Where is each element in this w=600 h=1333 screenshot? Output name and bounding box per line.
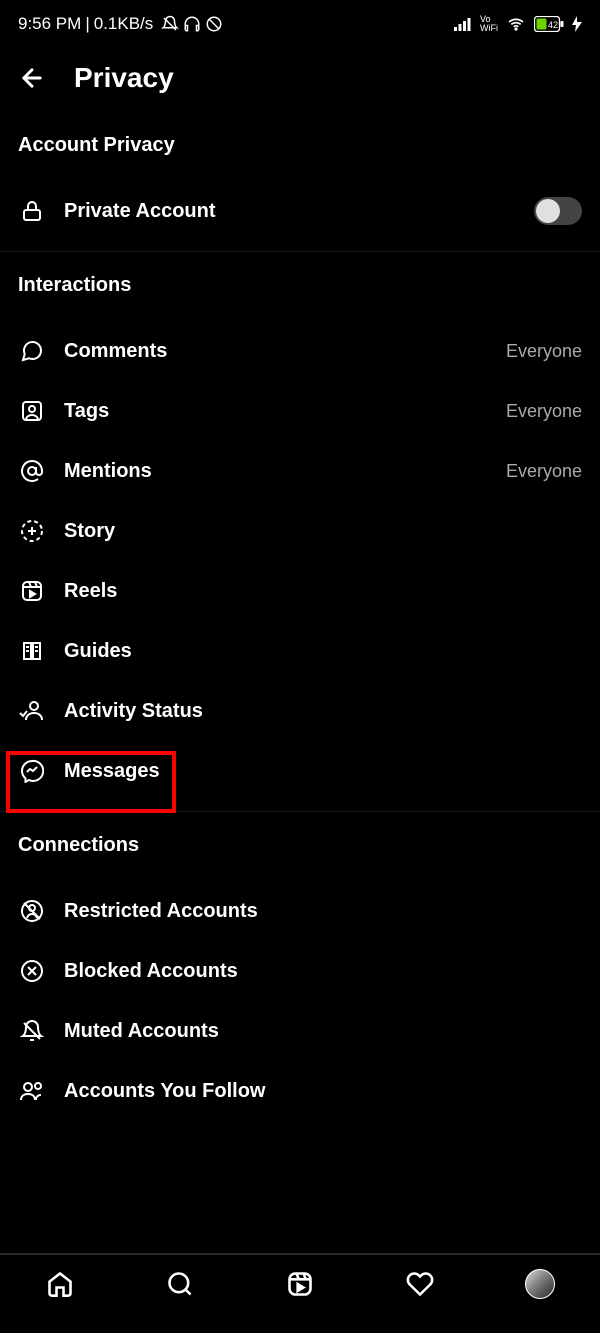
row-muted[interactable]: Muted Accounts	[18, 1001, 582, 1061]
headphones-icon	[183, 15, 201, 33]
vowifi-icon: VoWiFi	[480, 15, 498, 33]
row-private-account[interactable]: Private Account	[18, 181, 582, 241]
private-account-toggle[interactable]	[534, 197, 582, 225]
reels-label: Reels	[64, 580, 582, 603]
page-title: Privacy	[74, 62, 174, 94]
row-blocked[interactable]: Blocked Accounts	[18, 941, 582, 1001]
signal-icon	[454, 17, 472, 31]
comments-value: Everyone	[506, 341, 582, 362]
blocked-label: Blocked Accounts	[64, 960, 582, 983]
section-interactions: Interactions Comments Everyone Tags Ever…	[0, 256, 600, 807]
messenger-icon	[18, 757, 46, 785]
private-account-label: Private Account	[64, 200, 516, 223]
nav-heart-icon[interactable]	[405, 1269, 435, 1299]
row-comments[interactable]: Comments Everyone	[18, 321, 582, 381]
blocked-icon	[18, 957, 46, 985]
muted-icon	[18, 1017, 46, 1045]
following-label: Accounts You Follow	[64, 1080, 582, 1103]
restricted-label: Restricted Accounts	[64, 900, 582, 923]
people-icon	[18, 1077, 46, 1105]
section-connections: Connections Restricted Accounts Blocked …	[0, 816, 600, 1127]
back-arrow-icon[interactable]	[18, 64, 46, 92]
section-title-interactions: Interactions	[18, 274, 582, 297]
header: Privacy	[0, 48, 600, 116]
row-reels[interactable]: Reels	[18, 561, 582, 621]
bottom-nav	[0, 1255, 600, 1313]
muted-label: Muted Accounts	[64, 1020, 582, 1043]
no-location-icon	[205, 15, 223, 33]
tags-value: Everyone	[506, 401, 582, 422]
row-story[interactable]: Story	[18, 501, 582, 561]
status-bar: 9:56 PM | 0.1KB/s VoWiFi 42	[0, 0, 600, 48]
comments-label: Comments	[64, 340, 488, 363]
row-restricted[interactable]: Restricted Accounts	[18, 881, 582, 941]
charging-icon	[572, 16, 582, 32]
wifi-icon	[506, 16, 526, 32]
row-guides[interactable]: Guides	[18, 621, 582, 681]
comment-icon	[18, 337, 46, 365]
nav-search-icon[interactable]	[165, 1269, 195, 1299]
tag-icon	[18, 397, 46, 425]
section-title-account-privacy: Account Privacy	[18, 134, 582, 157]
row-tags[interactable]: Tags Everyone	[18, 381, 582, 441]
nav-profile-avatar[interactable]	[525, 1269, 555, 1299]
row-activity-status[interactable]: Activity Status	[18, 681, 582, 741]
activity-status-label: Activity Status	[64, 700, 582, 723]
activity-status-icon	[18, 697, 46, 725]
lock-icon	[18, 197, 46, 225]
at-icon	[18, 457, 46, 485]
status-net-speed: 0.1KB/s	[94, 14, 154, 34]
row-mentions[interactable]: Mentions Everyone	[18, 441, 582, 501]
row-following[interactable]: Accounts You Follow	[18, 1061, 582, 1121]
mentions-value: Everyone	[506, 461, 582, 482]
guides-label: Guides	[64, 640, 582, 663]
story-label: Story	[64, 520, 582, 543]
guides-icon	[18, 637, 46, 665]
nav-home-icon[interactable]	[45, 1269, 75, 1299]
reels-icon	[18, 577, 46, 605]
dnd-icon	[161, 15, 179, 33]
messages-label: Messages	[64, 760, 582, 783]
mentions-label: Mentions	[64, 460, 488, 483]
section-title-connections: Connections	[18, 834, 582, 857]
story-icon	[18, 517, 46, 545]
section-account-privacy: Account Privacy Private Account	[0, 116, 600, 247]
row-messages[interactable]: Messages	[18, 741, 582, 801]
restricted-icon	[18, 897, 46, 925]
svg-text:42: 42	[548, 20, 558, 30]
battery-icon: 42	[534, 16, 564, 32]
nav-reels-icon[interactable]	[285, 1269, 315, 1299]
status-time: 9:56 PM	[18, 14, 81, 34]
tags-label: Tags	[64, 400, 488, 423]
